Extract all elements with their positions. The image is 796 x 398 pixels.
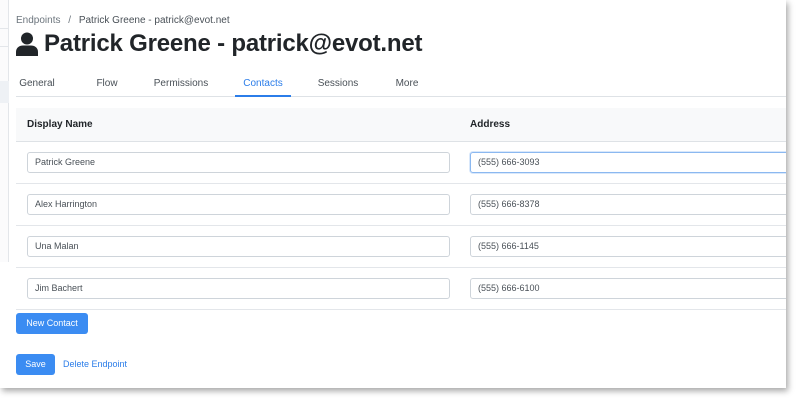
breadcrumb-separator: / — [68, 15, 72, 26]
sidebar-collapsed — [0, 0, 9, 262]
table-row: Una Malan (555) 666-1145 — [16, 226, 786, 268]
tab-general[interactable]: General — [16, 73, 58, 97]
address-field[interactable]: (555) 666-1145 — [470, 236, 786, 257]
display-name-field[interactable]: Una Malan — [27, 236, 450, 257]
column-header-address: Address — [470, 119, 511, 130]
app-window: Endpoints / Patrick Greene - patrick@evo… — [0, 0, 786, 388]
page-title: Patrick Greene - patrick@evot.net — [44, 30, 423, 57]
table-header: Display Name Address — [16, 108, 786, 142]
tab-flow[interactable]: Flow — [88, 73, 126, 97]
breadcrumb-endpoints-link[interactable]: Endpoints — [16, 15, 60, 26]
tab-sessions[interactable]: Sessions — [314, 73, 362, 97]
column-header-display-name: Display Name — [27, 119, 93, 130]
tab-permissions[interactable]: Permissions — [150, 73, 212, 97]
breadcrumb: Endpoints / Patrick Greene - patrick@evo… — [16, 15, 230, 26]
sidebar-divider — [0, 46, 9, 47]
breadcrumb-current: Patrick Greene - patrick@evot.net — [78, 15, 230, 26]
sidebar-divider — [0, 28, 9, 29]
display-name-field[interactable]: Patrick Greene — [27, 152, 450, 173]
page-header: Patrick Greene - patrick@evot.net — [16, 29, 422, 59]
address-field[interactable]: (555) 666-3093 — [470, 152, 786, 173]
display-name-field[interactable]: Alex Harrington — [27, 194, 450, 215]
save-button[interactable]: Save — [16, 354, 55, 375]
table-row: Alex Harrington (555) 666-8378 — [16, 184, 786, 226]
tab-contacts[interactable]: Contacts — [235, 73, 291, 97]
tab-more[interactable]: More — [388, 73, 426, 97]
address-field[interactable]: (555) 666-6100 — [470, 278, 786, 299]
delete-endpoint-link[interactable]: Delete Endpoint — [63, 354, 127, 375]
contacts-table: Display Name Address Patrick Greene (555… — [16, 108, 786, 310]
display-name-field[interactable]: Jim Bachert — [27, 278, 450, 299]
address-field[interactable]: (555) 666-8378 — [470, 194, 786, 215]
sidebar-active-item[interactable] — [0, 81, 9, 103]
table-row: Patrick Greene (555) 666-3093 — [16, 142, 786, 184]
tab-bar: General Flow Permissions Contacts Sessio… — [16, 73, 786, 97]
user-icon — [16, 32, 38, 56]
table-row: Jim Bachert (555) 666-6100 — [16, 268, 786, 310]
new-contact-button[interactable]: New Contact — [16, 313, 88, 334]
